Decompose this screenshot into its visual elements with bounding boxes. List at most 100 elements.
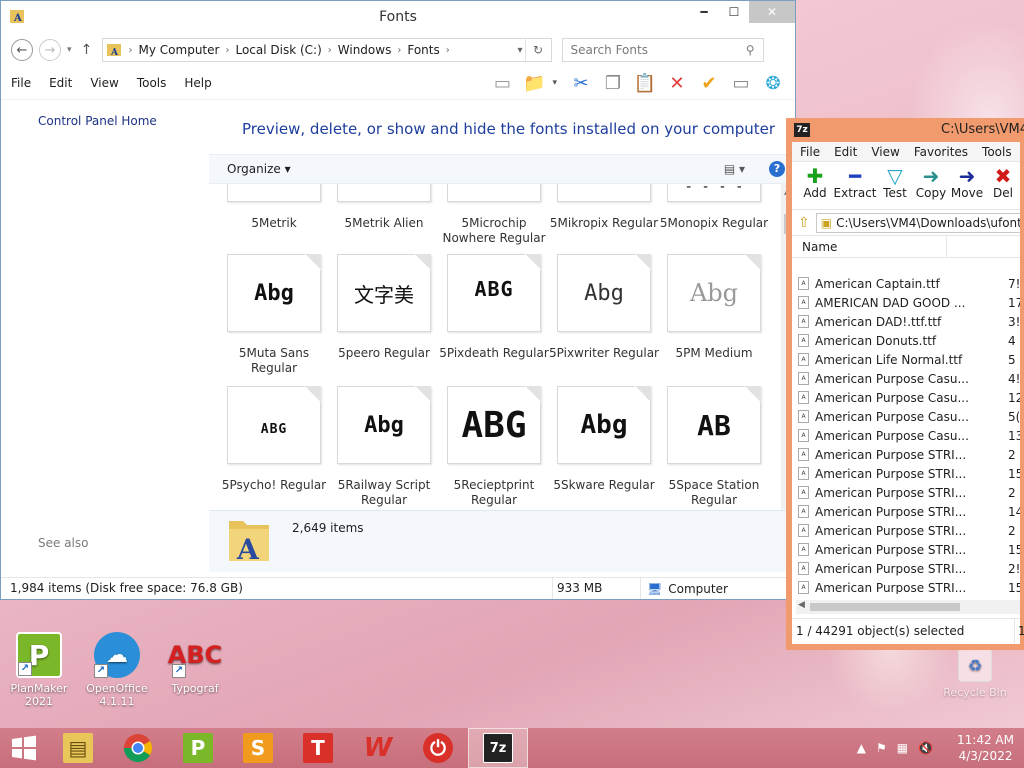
breadcrumb-fonts[interactable]: Fonts <box>407 43 439 57</box>
zip-add-button[interactable]: ✚ Add <box>798 162 832 209</box>
maximize-button[interactable]: ☐ <box>719 1 749 23</box>
taskbar-textmaker[interactable]: T <box>288 728 348 768</box>
zip-file-row[interactable]: A American Purpose STRI... 2! <box>792 559 1020 578</box>
desktop-icon-openoffice[interactable]: ☁ ↗ OpenOffice 4.1.11 <box>82 632 152 708</box>
zip-horizontal-scrollbar[interactable]: ◀ <box>796 600 1020 614</box>
zip-menu-edit[interactable]: Edit <box>834 145 857 159</box>
font-tile[interactable]: 5Microchip Nowhere Regular <box>439 184 549 246</box>
scroll-left-icon[interactable]: ◀ <box>798 600 805 610</box>
zip-file-row[interactable]: A American Purpose STRI... 15! <box>792 578 1020 594</box>
back-button[interactable]: ← <box>11 39 33 61</box>
zip-copy-button[interactable]: ➜ Copy <box>914 162 948 209</box>
clock[interactable]: 11:42 AM 4/3/2022 <box>957 732 1014 764</box>
zip-file-row[interactable]: A American Purpose Casu... 13 <box>792 426 1020 445</box>
font-tile[interactable]: Abg 5PM Medium <box>659 254 769 361</box>
zip-path-input[interactable]: ▣ C:\Users\VM4\Downloads\ufont. <box>815 212 1020 233</box>
breadcrumb-my-computer[interactable]: My Computer <box>139 43 220 57</box>
address-dropdown-icon[interactable]: ▾ <box>518 45 523 56</box>
zip-file-row[interactable]: A American Purpose Casu... 5( <box>792 407 1020 426</box>
font-tile[interactable]: - - - - 5Monopix Regular <box>659 184 769 231</box>
font-tile[interactable]: 5Mikropix Regular <box>549 184 659 231</box>
font-tile[interactable]: 5Metrik <box>219 184 329 231</box>
control-panel-home-link[interactable]: Control Panel Home <box>38 114 157 128</box>
address-bar[interactable]: A › My Computer › Local Disk (C:) › Wind… <box>101 38 552 62</box>
up-button[interactable]: ↑ <box>78 42 96 58</box>
font-tile[interactable]: 文字美 5peero Regular <box>329 254 439 361</box>
paste-icon[interactable]: 📋 <box>631 71 659 95</box>
start-button[interactable] <box>0 728 48 768</box>
zip-file-row[interactable]: A American Purpose Casu... 4! <box>792 369 1020 388</box>
zip-file-row[interactable]: A American DAD!.ttf.ttf 3! <box>792 312 1020 331</box>
taskbar-planmaker[interactable]: P <box>168 728 228 768</box>
shell-icon[interactable]: ❂ <box>759 71 787 95</box>
font-tile[interactable]: Abg 5Railway Script Regular <box>329 386 439 508</box>
zip-file-row[interactable]: A American Purpose STRI... 2 <box>792 483 1020 502</box>
zip-delete-button[interactable]: ✖ Del <box>986 162 1020 209</box>
taskbar-wps[interactable]: W <box>348 728 408 768</box>
zip-file-row[interactable]: A American Purpose STRI... 2 <box>792 445 1020 464</box>
zip-menu-favorites[interactable]: Favorites <box>914 145 968 159</box>
recent-locations-dropdown-icon[interactable]: ▾ <box>67 45 72 55</box>
zip-menu-tools[interactable]: Tools <box>982 145 1012 159</box>
taskbar-file-explorer[interactable]: ▤ <box>48 728 108 768</box>
font-tile[interactable]: Abg 5Skware Regular <box>549 386 659 493</box>
font-tile[interactable]: ABG 5Psycho! Regular <box>219 386 329 493</box>
cut-icon[interactable]: ✂ <box>567 71 595 95</box>
menu-edit[interactable]: Edit <box>49 76 72 90</box>
zip-file-row[interactable]: A American Purpose Casu... 12! <box>792 388 1020 407</box>
zip-file-row[interactable]: A American Life Normal.ttf 5 <box>792 350 1020 369</box>
zip-scrollbar-thumb[interactable] <box>810 603 960 611</box>
taskbar-presentations[interactable]: S <box>228 728 288 768</box>
breadcrumb-local-disk[interactable]: Local Disk (C:) <box>235 43 321 57</box>
font-tile[interactable]: ABG 5Pixdeath Regular <box>439 254 549 361</box>
zip-test-button[interactable]: ▽ Test <box>878 162 912 209</box>
check-icon[interactable]: ✔ <box>695 71 723 95</box>
desktop-icon-planmaker[interactable]: P ↗ PlanMaker 2021 <box>4 632 74 708</box>
search-input[interactable]: Search Fonts ⚲ <box>561 38 764 62</box>
font-tile[interactable]: 5Metrik Alien <box>329 184 439 231</box>
volume-muted-icon[interactable]: 🔇 <box>918 741 933 755</box>
help-icon[interactable]: ? <box>769 161 785 177</box>
zip-file-row[interactable]: A American Purpose STRI... 15 <box>792 464 1020 483</box>
copy-icon[interactable]: ❐ <box>599 71 627 95</box>
zip-move-button[interactable]: ➜ Move <box>950 162 984 209</box>
menu-file[interactable]: File <box>11 76 31 90</box>
breadcrumb-windows[interactable]: Windows <box>338 43 392 57</box>
up-folder-icon[interactable]: ⇧ <box>798 215 810 231</box>
taskbar-chrome[interactable] <box>108 728 168 768</box>
organize-button[interactable]: Organize ▾ <box>227 162 291 176</box>
zip-extract-button[interactable]: ━ Extract <box>834 162 877 209</box>
desktop-icon-recycle-bin[interactable]: ♻ Recycle Bin <box>940 648 1010 699</box>
zip-file-row[interactable]: A AMERICAN DAD GOOD ... 17! <box>792 293 1020 312</box>
font-tile[interactable]: AB 5Space Station Regular <box>659 386 769 508</box>
refresh-icon[interactable]: ↻ <box>524 39 551 61</box>
zip-file-row[interactable]: A American Purpose STRI... 2 <box>792 521 1020 540</box>
show-hidden-icons-icon[interactable]: ▲ <box>857 741 866 755</box>
menu-help[interactable]: Help <box>184 76 211 90</box>
change-view-button[interactable]: ▤ ▾ <box>724 162 745 176</box>
delete-icon[interactable]: ✕ <box>663 71 691 95</box>
explorer-titlebar[interactable]: A Fonts ━ ☐ ✕ <box>1 1 795 33</box>
font-tile[interactable]: Abg 5Muta Sans Regular <box>219 254 329 376</box>
zip-file-row[interactable]: A American Purpose STRI... 15( <box>792 540 1020 559</box>
folder-options-icon[interactable]: 📁 <box>520 71 548 95</box>
zip-column-header[interactable]: Name <box>792 236 1020 258</box>
taskbar-power-app[interactable]: ⏻ <box>408 728 468 768</box>
font-tile[interactable]: ABG 5Recieptprint Regular <box>439 386 549 508</box>
menu-tools[interactable]: Tools <box>137 76 167 90</box>
zip-file-row[interactable]: A American Captain.ttf 7! <box>792 274 1020 293</box>
name-column-header[interactable]: Name <box>802 240 837 254</box>
close-button[interactable]: ✕ <box>749 1 795 23</box>
preview-pane-icon[interactable]: ▭ <box>488 71 516 95</box>
forward-button[interactable]: → <box>39 39 61 61</box>
options-dropdown-icon[interactable]: ▾ <box>552 78 557 88</box>
properties-icon[interactable]: ▭ <box>727 71 755 95</box>
zip-file-row[interactable]: A American Donuts.ttf 4 <box>792 331 1020 350</box>
desktop-icon-typograf[interactable]: ABC ↗ Typograf <box>160 632 230 695</box>
menu-view[interactable]: View <box>90 76 118 90</box>
taskbar-7zip[interactable]: 7z <box>468 728 528 768</box>
zip-file-row[interactable]: A American Purpose STRI... 14 <box>792 502 1020 521</box>
action-center-flag-icon[interactable]: ⚑ <box>876 741 887 755</box>
network-icon[interactable]: ▦ <box>897 741 908 755</box>
zip-menu-view[interactable]: View <box>871 145 899 159</box>
